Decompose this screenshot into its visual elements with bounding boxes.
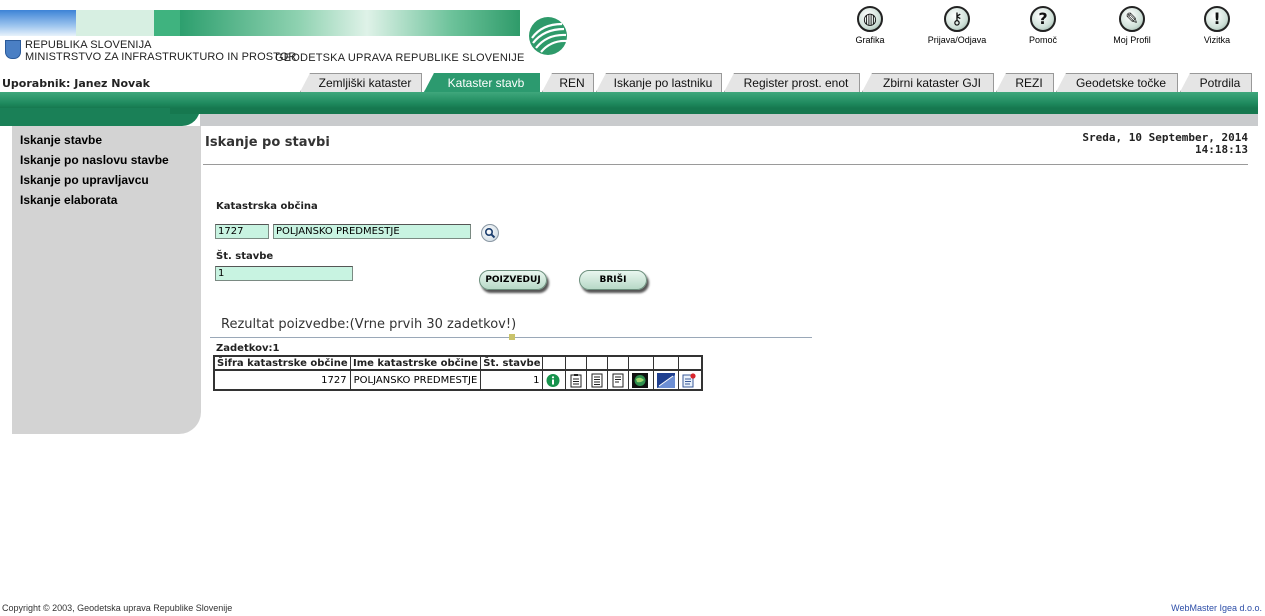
divider-marker: [509, 334, 515, 340]
sidebar: Iskanje stavbe Iskanje po naslovu stavbe…: [12, 126, 201, 434]
col-action: [628, 355, 655, 371]
header-bar-lower: [170, 108, 1258, 114]
key-icon: ⚷: [944, 6, 970, 32]
banner-block: [154, 10, 180, 36]
page-title: Iskanje po stavbi: [205, 135, 330, 150]
col-action: [586, 355, 609, 371]
info-icon: [546, 373, 560, 387]
coat-of-arms-icon: [5, 40, 21, 59]
brisi-button[interactable]: BRIŠI: [579, 270, 647, 290]
document-icon: [591, 373, 603, 387]
col-action: [565, 355, 588, 371]
col-action: [653, 355, 680, 371]
divider: [203, 164, 1248, 165]
col-sifra: Šifra katastrske občine: [213, 355, 351, 371]
user-label: Uporabnik: Janez Novak: [2, 77, 150, 90]
tab-rezi[interactable]: REZI: [996, 73, 1054, 92]
document-action[interactable]: [586, 369, 609, 391]
col-action: [542, 355, 567, 371]
footer-webmaster-link[interactable]: WebMaster Igea d.o.o.: [1171, 603, 1262, 613]
globe-icon: ◍: [857, 6, 883, 32]
footer-copyright: Copyright © 2003, Geodetska uprava Repub…: [2, 603, 233, 613]
search-icon[interactable]: [481, 224, 499, 242]
map-action[interactable]: [628, 369, 655, 391]
tab-zemljiski-kataster[interactable]: Zemljiški kataster: [300, 73, 422, 92]
col-st-stavbe: Št. stavbe: [480, 355, 544, 371]
org-line2: MINISTRSTVO ZA INFRASTRUKTURO IN PROSTOR: [25, 51, 297, 63]
help-icon: ?: [1030, 6, 1056, 32]
info-action[interactable]: [542, 369, 567, 391]
sidebar-item-iskanje-elaborata[interactable]: Iskanje elaborata: [20, 190, 201, 210]
header-bar: [0, 92, 1258, 108]
help-label: Pomoč: [1028, 35, 1057, 45]
poizveduj-button[interactable]: POIZVEDUJ: [479, 270, 547, 290]
results-table: Šifra katastrske občine Ime katastrske o…: [213, 355, 704, 391]
col-action: [607, 355, 630, 371]
sidebar-item-iskanje-po-upravljavcu[interactable]: Iskanje po upravljavcu: [20, 170, 201, 190]
clipboard-icon: [570, 373, 582, 387]
sidebar-item-iskanje-po-naslovu[interactable]: Iskanje po naslovu stavbe: [20, 150, 201, 170]
magnifier-icon: [484, 227, 496, 239]
top-toolbar: ◍ Grafika ⚷ Prijava/Odjava ? Pomoč ✎ Moj…: [840, 6, 1260, 54]
ko-name-input[interactable]: [273, 224, 471, 239]
tab-register-prost-enot[interactable]: Register prost. enot: [724, 73, 860, 92]
ko-label: Katastrska občina: [216, 201, 318, 212]
result-count: Zadetkov:1: [216, 343, 280, 354]
tab-geodetske-tocke[interactable]: Geodetske točke: [1056, 73, 1178, 92]
edit-document-icon: [682, 372, 697, 387]
date-time: Sreda, 10 September, 2014 14:18:13: [1082, 132, 1248, 156]
sidebar-item-iskanje-stavbe[interactable]: Iskanje stavbe: [20, 130, 201, 150]
ko-code-input[interactable]: [215, 224, 269, 239]
info-exclamation-icon: !: [1204, 6, 1230, 32]
cell-code: 1727: [213, 369, 351, 391]
globe-map-icon: [632, 372, 649, 388]
col-action: [678, 355, 703, 371]
st-stavbe-input[interactable]: [215, 266, 353, 281]
tab-potrdila[interactable]: Potrdila: [1180, 73, 1252, 92]
vizitka-label: Vizitka: [1203, 35, 1231, 45]
cell-name: POLJANSKO PREDMESTJE: [349, 369, 482, 391]
st-label: Št. stavbe: [216, 251, 274, 262]
document2-action[interactable]: [607, 369, 630, 391]
tab-iskanje-po-lastniku[interactable]: Iskanje po lastniku: [596, 73, 722, 92]
cell-st: 1: [480, 369, 544, 391]
aerial-photo-icon: [657, 372, 676, 388]
grafika-button[interactable]: ◍ Grafika: [830, 6, 910, 45]
table-header-row: Šifra katastrske občine Ime katastrske o…: [213, 355, 703, 371]
vizitka-button[interactable]: ! Vizitka: [1177, 6, 1257, 45]
help-button[interactable]: ? Pomoč: [1003, 6, 1083, 45]
time-text: 14:18:13: [1195, 143, 1248, 156]
profile-button[interactable]: ✎ Moj Profil: [1092, 6, 1172, 45]
col-ime: Ime katastrske občine: [349, 355, 482, 371]
banner-wave: [180, 10, 520, 36]
grafika-label: Grafika: [855, 35, 885, 45]
tab-kataster-stavb[interactable]: Kataster stavb: [424, 73, 540, 92]
document-lines-icon: [612, 373, 624, 387]
report-action[interactable]: [565, 369, 588, 391]
org-title: REPUBLIKA SLOVENIJA MINISTRSTVO ZA INFRA…: [25, 39, 296, 63]
login-label: Prijava/Odjava: [927, 35, 987, 45]
gurs-logo-icon: [529, 17, 568, 55]
login-button[interactable]: ⚷ Prijava/Odjava: [917, 6, 997, 45]
tab-zbirni-kataster-gji[interactable]: Zbirni kataster GJI: [862, 73, 994, 92]
profile-label: Moj Profil: [1113, 35, 1151, 45]
banner-sky: [0, 10, 76, 36]
edit-action[interactable]: [678, 369, 703, 391]
ortophoto-action[interactable]: [653, 369, 680, 391]
tab-ren[interactable]: REN: [542, 73, 594, 92]
profile-icon: ✎: [1119, 6, 1145, 32]
org-name: GEODETSKA UPRAVA REPUBLIKE SLOVENIJE: [275, 52, 525, 64]
result-title: Rezultat poizvedbe:(Vrne prvih 30 zadetk…: [221, 317, 517, 332]
table-row: 1727 POLJANSKO PREDMESTJE 1: [213, 369, 703, 391]
org-line1: REPUBLIKA SLOVENIJA: [25, 39, 152, 51]
banner-block: [76, 10, 154, 36]
